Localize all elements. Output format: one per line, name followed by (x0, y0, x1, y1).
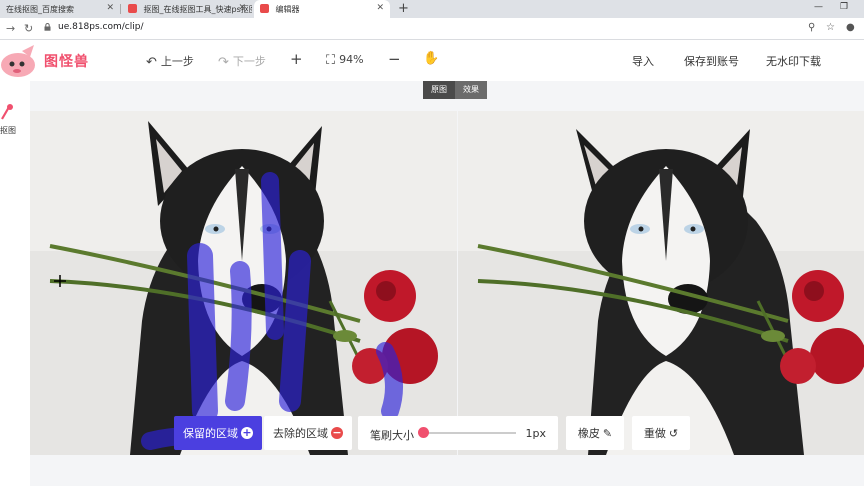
profile-icon[interactable]: ● (846, 22, 855, 33)
zoom-in-button[interactable]: + (290, 50, 303, 68)
original-canvas[interactable] (30, 111, 457, 455)
close-icon[interactable]: ✕ (106, 3, 114, 13)
undo-icon: ↶ (146, 55, 157, 70)
eraser-label: 橡皮 (577, 427, 600, 440)
brush-size-control: 笔刷大小 1px (358, 416, 558, 450)
remove-area-button[interactable]: 去除的区域 − (264, 416, 352, 450)
fit-screen-icon: ⛶ (326, 53, 336, 68)
zoom-level: 94% (339, 53, 364, 66)
redo-icon: ↷ (218, 55, 229, 70)
brush-size-label: 笔刷大小 (370, 429, 414, 442)
tab-title: 编辑器 (275, 5, 300, 14)
tab-result[interactable]: 效果 (455, 81, 487, 99)
close-icon[interactable]: ✕ (376, 3, 384, 13)
plus-circle-icon: + (241, 426, 253, 439)
undo-label: 上一步 (160, 55, 194, 68)
keep-area-button[interactable]: 保留的区域 + (174, 416, 262, 450)
new-tab-icon[interactable]: + (398, 1, 409, 16)
download-button[interactable]: 无水印下载 (766, 53, 821, 69)
undo-button[interactable]: ↶ 上一步 (146, 53, 194, 70)
sidebar: 抠图 (0, 81, 30, 486)
reset-icon: ↺ (668, 426, 679, 440)
favicon-icon (260, 4, 269, 13)
redo-label: 下一步 (232, 55, 266, 68)
remove-area-label: 去除的区域 (273, 427, 328, 440)
address-bar: → ↻ ue.818ps.com/clip/ ⚲ ☆ ● (0, 18, 864, 40)
zoom-out-button[interactable]: − (388, 50, 401, 68)
save-to-account-button[interactable]: 保存到账号 (684, 53, 739, 69)
redo-edit-label: 重做 (643, 427, 666, 440)
omnibox[interactable]: ue.818ps.com/clip/ (44, 21, 804, 37)
eraser-button[interactable]: 橡皮 ✎ (566, 416, 624, 450)
tab-title: 抠图_在线抠图工具_快速ps抠图 (143, 5, 252, 14)
brush-size-slider[interactable] (424, 432, 516, 434)
original-photo[interactable] (30, 111, 457, 455)
browser-tab[interactable]: 抠图_在线抠图工具_快速ps抠图 ✕ (122, 0, 252, 18)
tab-original[interactable]: 原图 (423, 81, 455, 99)
back-icon[interactable]: → (6, 22, 15, 35)
zoom-icon[interactable]: ⚲ (808, 22, 815, 33)
redo-button[interactable]: ↷ 下一步 (218, 53, 266, 70)
eraser-icon: ✎ (602, 426, 613, 440)
close-icon[interactable]: ✕ (238, 3, 246, 13)
browser-tab-bar: 在线抠图_百度搜索 ✕ 抠图_在线抠图工具_快速ps抠图 ✕ 编辑器 ✕ + —… (0, 0, 864, 18)
import-button[interactable]: 导入 (632, 53, 654, 69)
minus-circle-icon: − (331, 426, 343, 439)
result-canvas (458, 111, 864, 455)
tab-title: 在线抠图_百度搜索 (6, 5, 74, 14)
redo-edit-button[interactable]: 重做 ↺ (632, 416, 690, 450)
tab-divider (120, 4, 121, 14)
star-icon[interactable]: ☆ (826, 22, 835, 33)
lock-icon (44, 23, 51, 31)
hand-tool-icon[interactable]: ✋ (423, 51, 439, 66)
zoom-fit-button[interactable]: ⛶ 94% (326, 53, 364, 68)
brush-size-value: 1px (525, 427, 547, 440)
view-toggle: 原图 效果 (423, 81, 487, 99)
browser-tab-active[interactable]: 编辑器 ✕ (254, 0, 390, 18)
keep-area-label: 保留的区域 (183, 427, 238, 440)
favicon-icon (128, 4, 137, 13)
brush-size-slider-handle[interactable] (418, 427, 429, 438)
cutout-tool-icon[interactable] (0, 103, 14, 121)
sidebar-item-cutout[interactable]: 抠图 (0, 125, 16, 136)
minimize-icon[interactable]: — (814, 2, 823, 12)
result-photo (458, 111, 864, 455)
reload-icon[interactable]: ↻ (24, 22, 33, 35)
logo-text: 图怪兽 (44, 54, 89, 70)
browser-tab[interactable]: 在线抠图_百度搜索 ✕ (0, 0, 120, 18)
restore-icon[interactable]: ❐ (840, 2, 848, 12)
url-text: ue.818ps.com/clip/ (58, 22, 144, 32)
app-header: 图怪兽 ↶ 上一步 ↷ 下一步 + ⛶ 94% − ✋ 导入 保存到账号 无水印下载 (0, 40, 864, 81)
